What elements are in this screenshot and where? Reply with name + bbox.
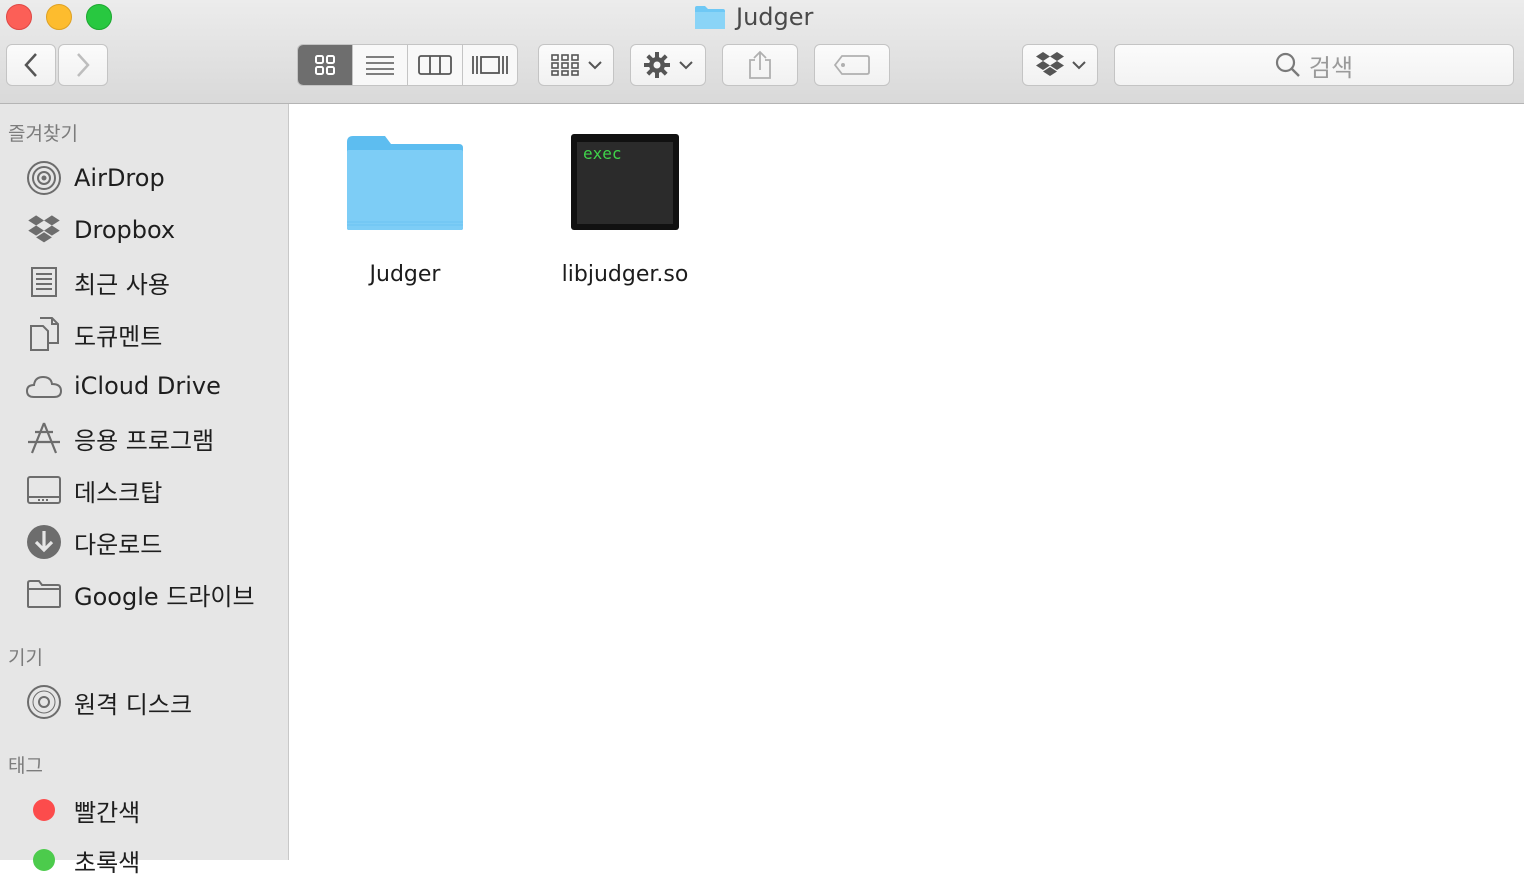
share-button[interactable]	[722, 44, 798, 86]
window-title-label: Judger	[736, 3, 814, 31]
exec-icon: exec	[571, 134, 679, 230]
sidebar-item-dropbox[interactable]: Dropbox	[24, 210, 175, 250]
green-tag-dot-icon	[33, 849, 55, 871]
chevron-right-icon	[77, 53, 90, 77]
sidebar-item-airdrop[interactable]: AirDrop	[24, 158, 165, 198]
file-item-judger-folder[interactable]: Judger	[345, 132, 465, 287]
sidebar-item-label: 도큐멘트	[74, 322, 163, 351]
icloud-icon	[24, 366, 64, 406]
search-placeholder: 검색	[1308, 53, 1354, 82]
gallery-view-icon	[472, 56, 508, 74]
tag-dot-container	[24, 840, 64, 880]
exec-badge: exec	[583, 144, 622, 163]
view-mode-segmented-control	[297, 44, 518, 86]
applications-icon	[24, 418, 64, 458]
arrange-dropdown-button[interactable]	[538, 44, 614, 86]
edit-tags-button[interactable]	[814, 44, 890, 86]
dropbox-menu-button[interactable]	[1022, 44, 1098, 86]
toolbar: Judger 검색	[0, 0, 1524, 104]
recents-icon	[24, 262, 64, 302]
dropbox-icon	[1036, 52, 1064, 76]
sidebar-item-label: Dropbox	[74, 216, 176, 244]
sidebar-item-recents[interactable]: 최근 사용	[24, 262, 170, 302]
folder-icon	[347, 136, 463, 230]
zoom-window-button[interactable]	[86, 4, 112, 30]
share-icon	[749, 50, 771, 79]
list-view-button[interactable]	[353, 45, 408, 85]
file-name: libjudger.so	[561, 262, 689, 287]
action-menu-button[interactable]	[630, 44, 706, 86]
sidebar-item-label: AirDrop	[74, 164, 165, 192]
column-view-button[interactable]	[408, 45, 463, 85]
sidebar-item-remote-disc[interactable]: 원격 디스크	[24, 682, 192, 722]
sidebar-item-label: Google 드라이브	[74, 582, 255, 611]
chevron-down-icon	[679, 61, 693, 70]
file-browser-content: Judger exec libjudger.so	[289, 104, 1524, 860]
folder-icon	[695, 6, 725, 29]
gallery-view-button[interactable]	[463, 45, 517, 85]
icon-view-button[interactable]	[298, 45, 353, 85]
sidebar-item-documents[interactable]: 도큐멘트	[24, 314, 162, 354]
sidebar: 즐겨찾기 AirDrop Dropbox 최근 사용 도큐멘트 iCloud D…	[0, 104, 289, 877]
sidebar-item-label: 다운로드	[74, 530, 163, 559]
sidebar-section-favorites: 즐겨찾기	[8, 123, 78, 145]
desktop-icon	[24, 470, 64, 510]
tag-dot-container	[24, 790, 64, 830]
gear-icon	[644, 52, 670, 78]
sidebar-item-label: 응용 프로그램	[74, 426, 215, 455]
dropbox-icon	[24, 210, 64, 250]
sidebar-item-icloud[interactable]: iCloud Drive	[24, 366, 221, 406]
sidebar-item-label: 데스크탑	[74, 478, 163, 507]
search-field[interactable]: 검색	[1114, 44, 1514, 86]
sidebar-item-label: 초록색	[74, 848, 141, 877]
file-item-libjudger[interactable]: exec libjudger.so	[562, 132, 688, 287]
sidebar-item-tag-red[interactable]: 빨간색	[24, 790, 140, 830]
search-icon	[1275, 52, 1300, 77]
file-name: Judger	[369, 262, 441, 287]
back-button[interactable]	[6, 44, 56, 86]
close-window-button[interactable]	[6, 4, 32, 30]
downloads-icon	[24, 522, 64, 562]
sidebar-item-applications[interactable]: 응용 프로그램	[24, 418, 214, 458]
folder-icon	[24, 574, 64, 614]
chevron-down-icon	[1072, 61, 1086, 70]
airdrop-icon	[24, 158, 64, 198]
minimize-window-button[interactable]	[46, 4, 72, 30]
sidebar-item-label: 원격 디스크	[74, 690, 193, 719]
chevron-left-icon	[24, 53, 37, 77]
remote-disc-icon	[24, 682, 64, 722]
list-view-icon	[366, 56, 394, 75]
sidebar-item-google-drive[interactable]: Google 드라이브	[24, 574, 255, 614]
chevron-down-icon	[588, 61, 602, 70]
group-icon	[551, 54, 579, 76]
forward-button[interactable]	[58, 44, 108, 86]
sidebar-item-desktop[interactable]: 데스크탑	[24, 470, 162, 510]
documents-icon	[24, 314, 64, 354]
sidebar-item-label: 빨간색	[74, 798, 141, 827]
sidebar-item-label: 최근 사용	[74, 270, 170, 299]
icon-view-icon	[315, 55, 335, 75]
sidebar-section-tags: 태그	[8, 755, 43, 777]
sidebar-section-devices: 기기	[8, 647, 43, 669]
column-view-icon	[418, 55, 452, 75]
tag-icon	[834, 55, 870, 75]
sidebar-item-downloads[interactable]: 다운로드	[24, 522, 162, 562]
sidebar-item-tag-green[interactable]: 초록색	[24, 840, 140, 880]
window-title: Judger	[694, 0, 813, 34]
red-tag-dot-icon	[33, 799, 55, 821]
sidebar-item-label: iCloud Drive	[74, 372, 221, 400]
